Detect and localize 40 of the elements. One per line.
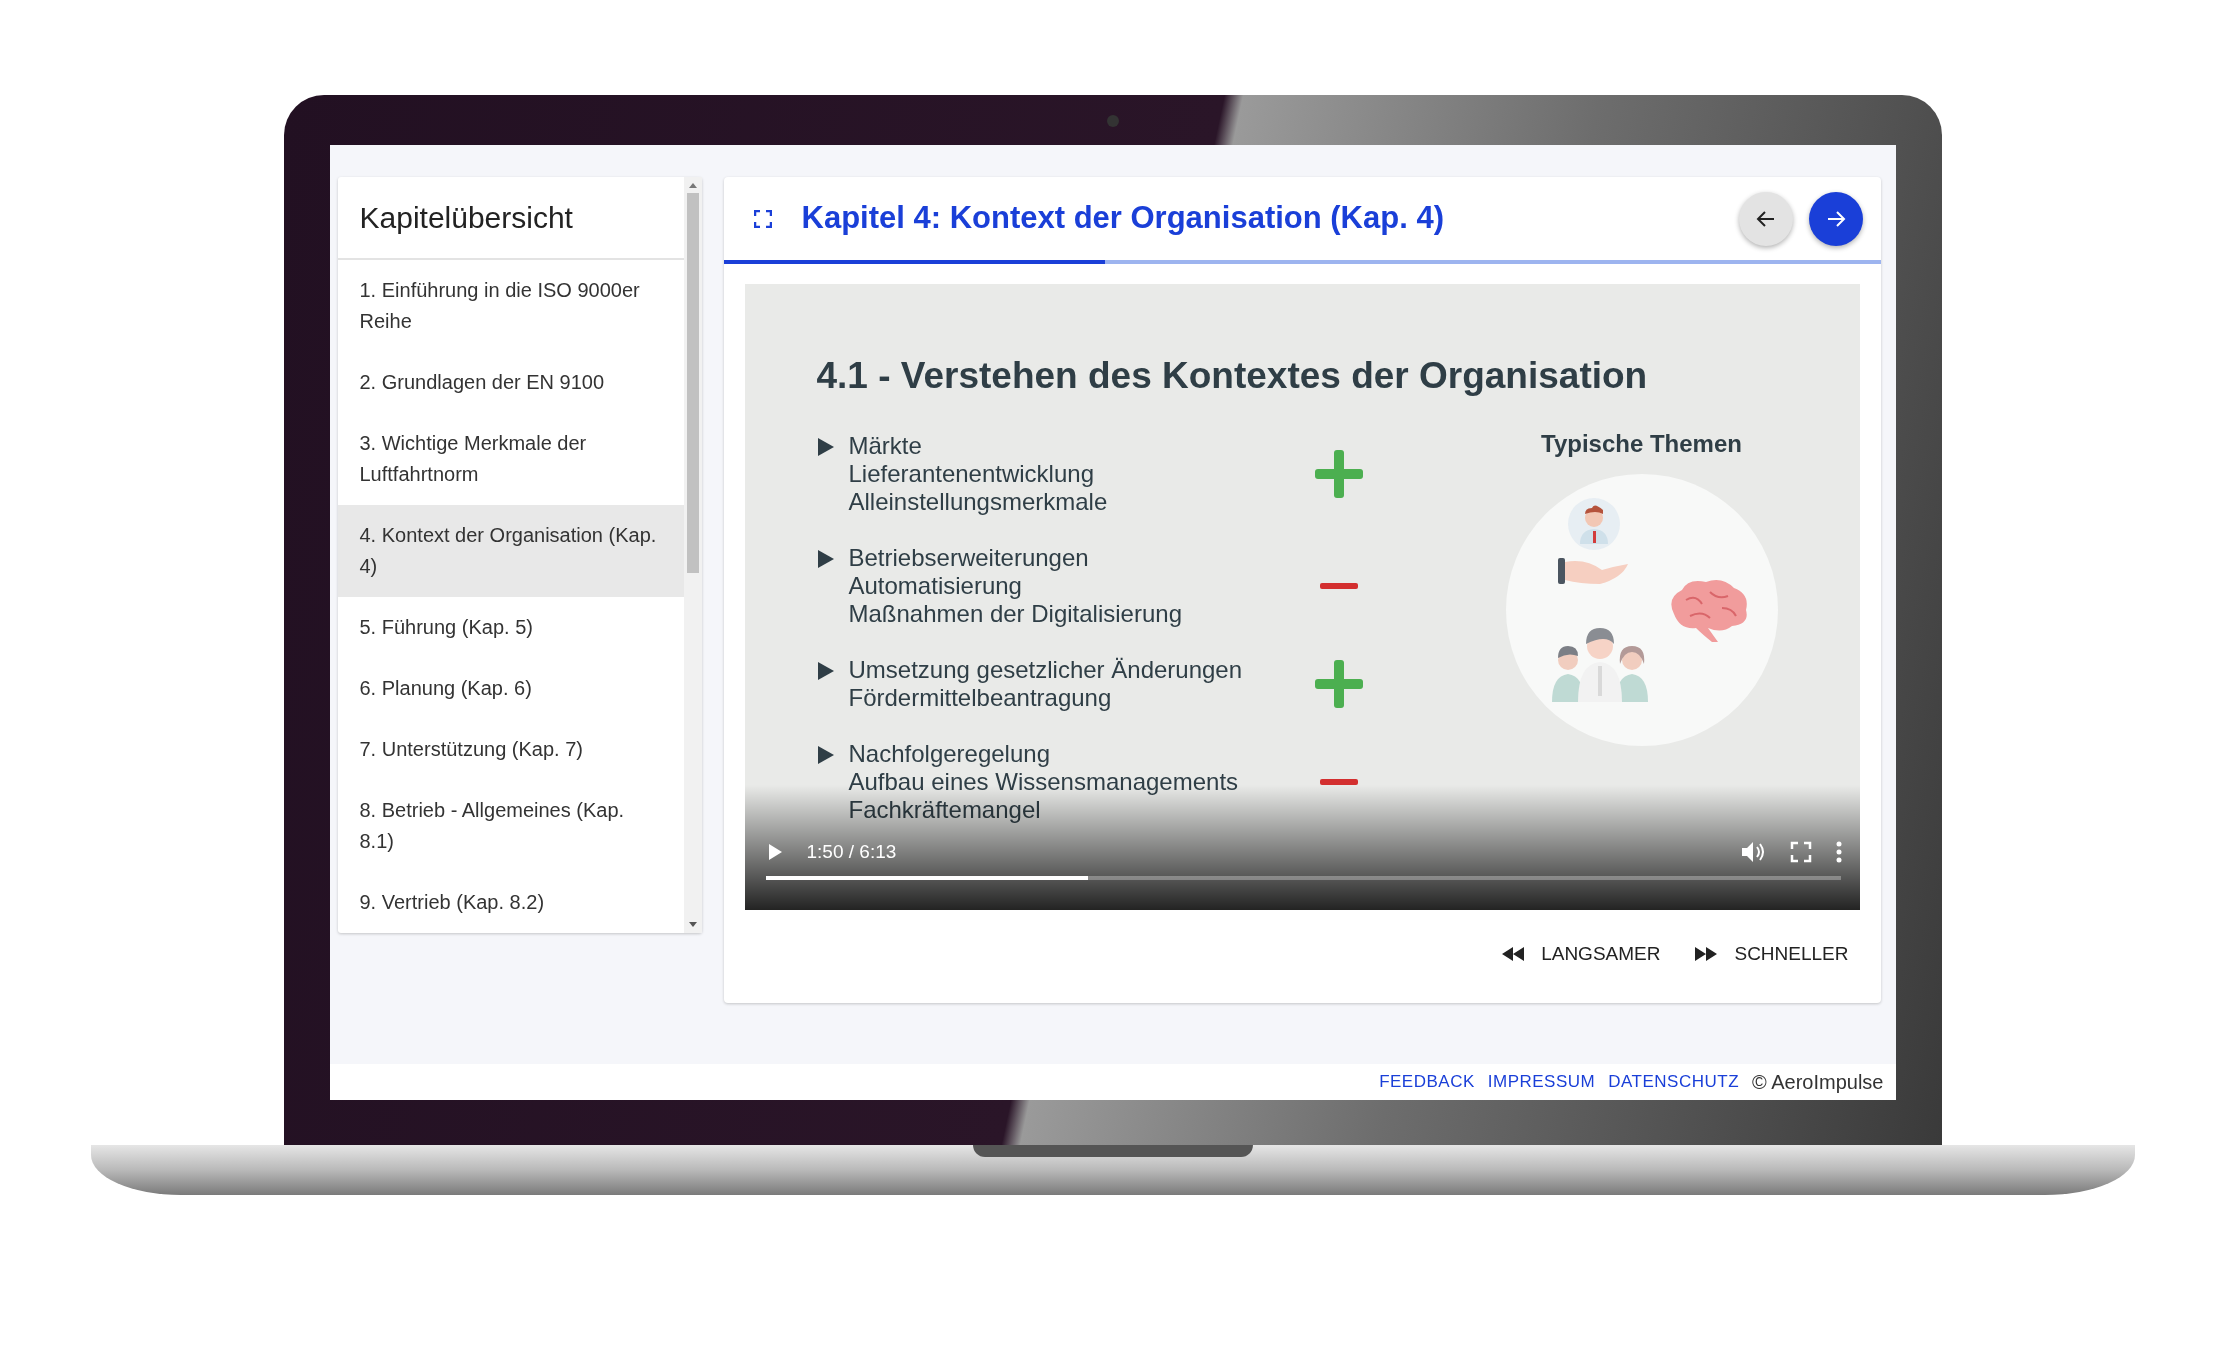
triangle-bullet-icon (816, 744, 835, 765)
faster-button[interactable]: SCHNELLER (1684, 932, 1859, 977)
previous-button[interactable] (1738, 191, 1793, 246)
fast-forward-icon (1694, 946, 1719, 963)
chapter-item[interactable]: 2. Grundlagen der EN 9100 (337, 352, 684, 413)
triangle-bullet-icon (816, 436, 835, 457)
video-progress-bar[interactable] (765, 876, 1841, 880)
group-icon (1549, 625, 1650, 702)
triangle-bullet-icon (816, 660, 835, 681)
footer-link[interactable]: DATENSCHUTZ (1608, 1069, 1740, 1095)
camera-icon (1106, 115, 1119, 127)
topics-title: Typische Themen (1541, 428, 1742, 459)
footer-link[interactable]: IMPRESSUM (1487, 1069, 1596, 1095)
point-text: Märkte Lieferantenentwicklung Alleinstellungsmerkmale (848, 431, 1109, 516)
play-icon[interactable] (766, 842, 783, 861)
copyright-text: © AeroImpulse (1752, 1070, 1884, 1095)
scrollbar-thumb[interactable] (686, 193, 699, 573)
rewind-icon (1501, 946, 1526, 963)
chapter-item[interactable]: 3. Wichtige Merkmale der Luftfahrtnorm (337, 413, 684, 505)
chapter-item[interactable]: 6. Planung (Kap. 6) (337, 658, 684, 719)
triangle-bullet-icon (816, 548, 835, 569)
more-icon[interactable] (1835, 840, 1842, 863)
chapter-title: Kapitel 4: Kontext der Organisation (Kap. 4) (801, 199, 1445, 238)
fullscreen-icon[interactable] (753, 209, 772, 228)
slower-button[interactable]: LANGSAMER (1491, 932, 1671, 977)
point-text: Nachfolgeregelung Aufbau eines Wissensmanagements Fachkräftemangel (848, 739, 1240, 824)
chapter-item[interactable]: 1. Einführung in die ISO 9000er Reihe (337, 260, 684, 352)
chapter-item[interactable]: 9. Vertrieb (Kap. 8.2) (337, 872, 684, 933)
chapter-item[interactable]: 4. Kontext der Organisation (Kap. 4) (337, 505, 684, 597)
chapter-item[interactable]: 7. Unterstützung (Kap. 7) (337, 719, 684, 780)
scrollbar[interactable] (683, 177, 702, 933)
video-time: 1:50 / 6:13 (806, 839, 898, 864)
point-text: Umsetzung gesetzlicher Änderungen Fördermittelbeantragung (848, 655, 1244, 712)
video-player[interactable] (744, 284, 1860, 910)
chapter-item[interactable]: 5. Führung (Kap. 5) (337, 597, 684, 658)
point-text: Betriebserweiterungen Automatisierung Maßnahmen der Digitalisierung (848, 543, 1183, 628)
slide-title: 4.1 - Verstehen des Kontextes der Organisation (816, 354, 1649, 398)
next-button[interactable] (1808, 191, 1863, 246)
footer-link[interactable]: FEEDBACK (1379, 1069, 1475, 1095)
chapter-item[interactable]: 8. Betrieb - Allgemeines (Kap. 8.1) (337, 780, 684, 872)
